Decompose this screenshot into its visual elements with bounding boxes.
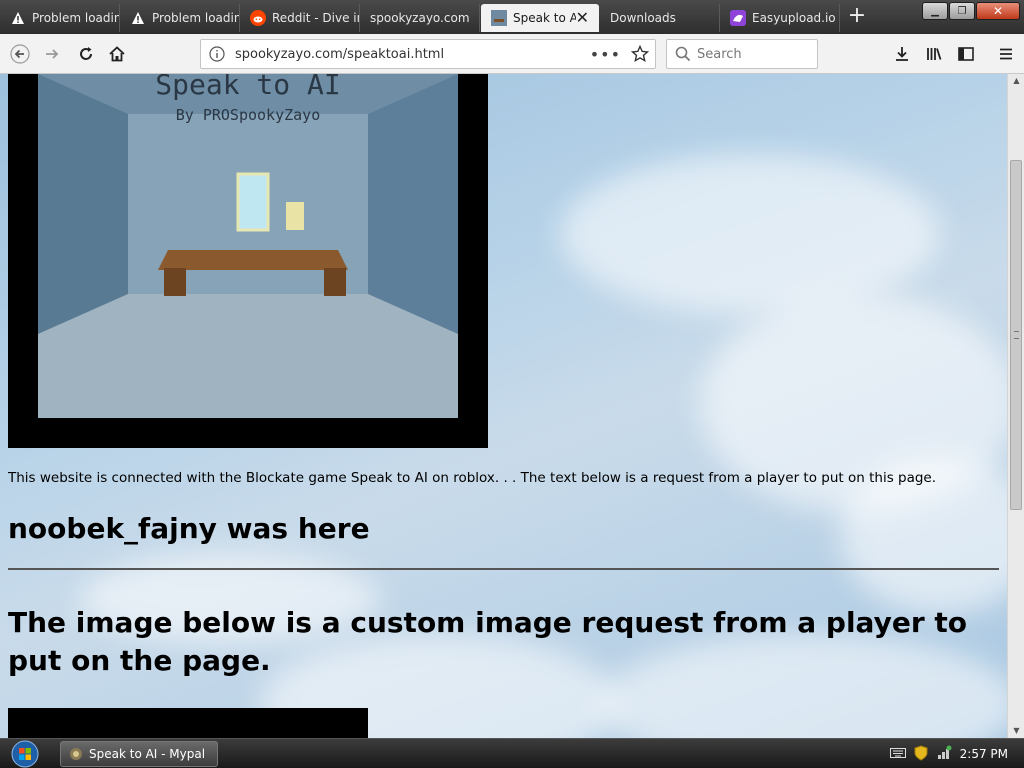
horizontal-rule [8, 568, 999, 570]
tab-problem-loading-2[interactable]: Problem loadin [120, 4, 240, 32]
search-bar[interactable]: Search [666, 39, 818, 69]
room-illustration [38, 74, 458, 418]
bookmark-star-icon[interactable] [631, 45, 649, 63]
hero-image-frame: Speak to AI By PROSpookyZayo [8, 74, 488, 448]
home-icon [109, 46, 125, 62]
tab-title: Speak to AI [513, 11, 576, 25]
new-tab-button[interactable]: + [846, 5, 868, 28]
taskbar-window-label: Speak to AI - Mypal [89, 747, 206, 761]
scroll-up-arrow-icon[interactable]: ▲ [1008, 74, 1024, 88]
forward-arrow-icon [46, 49, 59, 59]
tab-title: Downloads [610, 11, 676, 25]
hero-title: Speak to AI [155, 74, 341, 101]
site-icon [491, 10, 507, 26]
tab-spookyzayo[interactable]: spookyzayo.com [360, 4, 480, 32]
tab-title: spookyzayo.com [370, 11, 470, 25]
home-button[interactable] [103, 40, 131, 68]
custom-request-image [8, 708, 368, 738]
downloads-button[interactable] [888, 40, 916, 68]
tab-easyupload[interactable]: Easyupload.io [720, 4, 840, 32]
tab-title: Problem loadin [152, 11, 239, 25]
start-button[interactable] [6, 740, 44, 768]
tab-title: Problem loadin [32, 11, 119, 25]
back-arrow-icon [10, 44, 30, 64]
search-icon [675, 46, 691, 62]
reload-button[interactable] [72, 40, 100, 68]
reload-icon [80, 47, 92, 60]
window-controls: ▁ ❐ ✕ [922, 2, 1020, 20]
menu-button[interactable] [992, 40, 1020, 68]
tab-title: Reddit - Dive in [272, 11, 359, 25]
library-button[interactable] [920, 40, 948, 68]
page-actions-icon[interactable]: ••• [590, 45, 621, 64]
network-icon[interactable] [936, 745, 952, 764]
scroll-down-arrow-icon[interactable]: ▼ [1008, 724, 1024, 738]
mypal-browser-icon [69, 747, 83, 761]
hero-byline: By PROSpookyZayo [175, 106, 321, 124]
close-tab-icon[interactable]: ✕ [576, 10, 589, 26]
info-icon[interactable] [209, 46, 225, 62]
maximize-button[interactable]: ❐ [949, 2, 975, 20]
tab-reddit[interactable]: Reddit - Dive in [240, 4, 360, 32]
url-text: spookyzayo.com/speaktoai.html [235, 46, 445, 62]
tab-strip: Problem loadin Problem loadin Reddit - D… [0, 0, 1024, 34]
tab-title: Easyupload.io [752, 11, 836, 25]
security-shield-icon[interactable] [914, 744, 928, 764]
download-icon [896, 47, 908, 61]
library-icon [927, 48, 942, 60]
easyupload-icon [730, 10, 746, 26]
reddit-icon [250, 10, 266, 26]
tab-downloads[interactable]: Downloads [600, 4, 720, 32]
image-request-heading: The image below is a custom image reques… [8, 606, 967, 677]
system-tray: 2:57 PM [889, 739, 1024, 768]
player-note-heading: noobek_fajny was here [8, 512, 370, 545]
cloud [560, 154, 940, 314]
windows-logo-icon [11, 740, 39, 768]
taskbar-window-button[interactable]: Speak to AI - Mypal [60, 741, 218, 767]
warning-icon [10, 10, 26, 26]
page-viewport: Speak to AI By PROSpookyZayo This websit… [0, 74, 1007, 738]
tab-problem-loading-1[interactable]: Problem loadin [0, 4, 120, 32]
scrollbar-thumb[interactable] [1010, 160, 1022, 510]
sidebar-icon [958, 47, 974, 61]
forward-button[interactable] [38, 40, 66, 68]
back-button[interactable] [6, 40, 34, 68]
minimize-button[interactable]: ▁ [922, 2, 948, 20]
url-bar[interactable]: spookyzayo.com/speaktoai.html ••• [200, 39, 656, 69]
intro-text: This website is connected with the Block… [8, 470, 937, 486]
search-placeholder: Search [697, 46, 742, 62]
taskbar: Speak to AI - Mypal 2:57 PM [0, 738, 1024, 768]
sidebar-button[interactable] [952, 40, 980, 68]
navigation-bar: spookyzayo.com/speaktoai.html ••• Search [0, 34, 1024, 74]
clock[interactable]: 2:57 PM [960, 747, 1008, 761]
vertical-scrollbar[interactable]: ▲ ▼ [1007, 74, 1024, 738]
close-window-button[interactable]: ✕ [976, 2, 1020, 20]
hamburger-menu-icon [1000, 48, 1012, 60]
keyboard-icon[interactable] [889, 747, 906, 762]
game-screenshot-image: Speak to AI By PROSpookyZayo [38, 74, 458, 418]
warning-icon [130, 10, 146, 26]
scrollbar-grip-icon [1014, 331, 1019, 339]
tab-speak-to-ai[interactable]: Speak to AI ✕ [481, 4, 599, 32]
